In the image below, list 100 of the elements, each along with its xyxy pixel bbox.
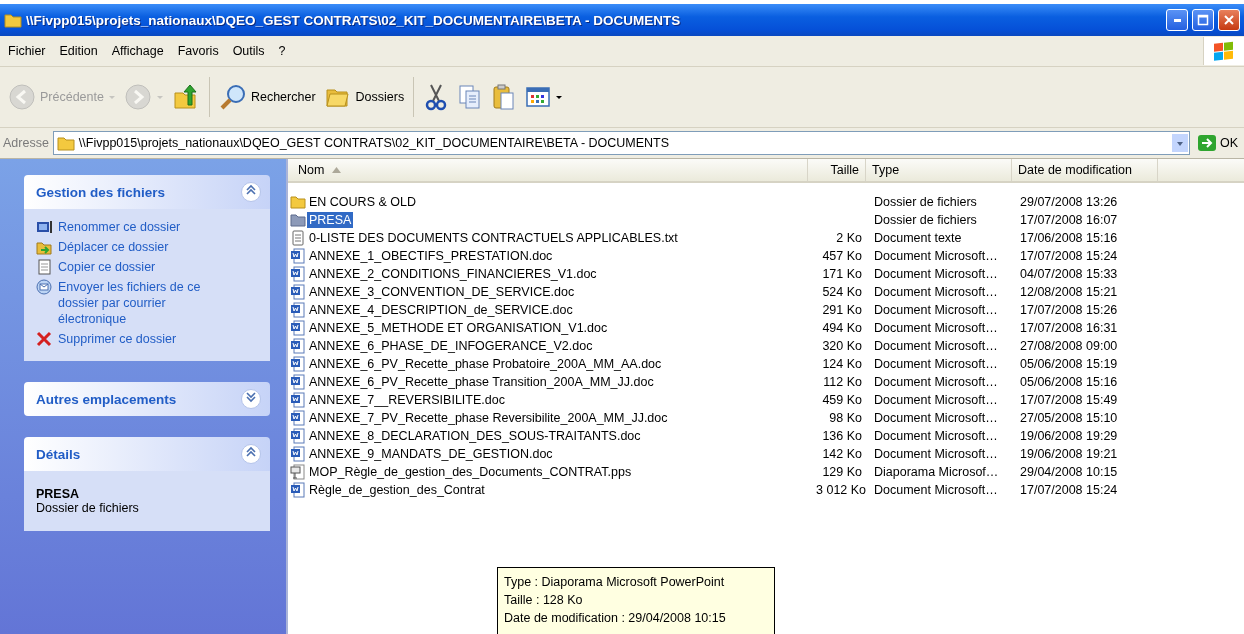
menu-item[interactable]: ? — [272, 44, 292, 58]
file-name[interactable]: PRESA — [307, 212, 354, 228]
file-size: 320 Ko — [822, 339, 862, 353]
menu-item[interactable]: Favoris — [171, 44, 225, 58]
file-type: Document Microsoft… — [874, 249, 998, 263]
file-name[interactable]: ANNEXE_4_DESCRIPTION_de_SERVICE.doc — [307, 302, 575, 318]
dropdown-button[interactable] — [1171, 134, 1188, 152]
word-document-icon — [290, 320, 306, 336]
file-type: Document Microsoft… — [874, 357, 998, 371]
file-name[interactable]: ANNEXE_6_PV_Recette_phase Transition_200A_MM_JJ.doc — [307, 374, 656, 390]
word-document-icon — [290, 356, 306, 372]
file-size: 98 Ko — [829, 411, 862, 425]
file-name[interactable]: ANNEXE_6_PHASE_DE_INFOGERANCE_V2.doc — [307, 338, 595, 354]
file-date: 17/07/2008 15:24 — [1020, 483, 1118, 497]
collapse-icon[interactable] — [240, 443, 262, 465]
file-name[interactable]: ANNEXE_5_METHODE ET ORGANISATION_V1.doc — [307, 320, 610, 336]
word-document-icon — [290, 446, 306, 462]
collapse-icon[interactable] — [240, 181, 262, 203]
file-size: 524 Ko — [822, 285, 862, 299]
folder-icon — [290, 212, 306, 228]
column-header[interactable]: Taille — [808, 159, 866, 181]
file-type: Document Microsoft… — [874, 393, 998, 407]
panel-title: Autres emplacements — [36, 391, 177, 407]
file-name[interactable]: ANNEXE_9_MANDATS_DE_GESTION.doc — [307, 446, 555, 462]
file-type: Document Microsoft… — [874, 375, 998, 389]
file-name[interactable]: ANNEXE_6_PV_Recette_phase Probatoire_200A_MM_AA.doc — [307, 356, 664, 372]
file-name[interactable]: ANNEXE_1_OBECTIFS_PRESTATION.doc — [307, 248, 555, 264]
maximize-button[interactable] — [1192, 9, 1214, 31]
file-size: 3 012 Ko — [816, 483, 867, 497]
file-date: 05/06/2008 15:19 — [1020, 357, 1118, 371]
folder-up-icon — [171, 83, 200, 111]
column-header[interactable]: Type — [866, 159, 1012, 181]
flag-logo-icon — [1212, 40, 1236, 62]
file-size: 459 Ko — [822, 393, 862, 407]
file-name[interactable]: EN COURS & OLD — [307, 194, 418, 210]
menu-item[interactable]: Outils — [226, 44, 271, 58]
task-link[interactable]: Supprimer ce dossier — [58, 331, 218, 347]
file-name[interactable]: MOP_Règle_de_gestion_des_Documents_CONTRAT.pps — [307, 464, 634, 480]
panel-header[interactable]: Détails — [24, 437, 270, 471]
panel-title: Détails — [36, 446, 81, 462]
move-folder-icon — [36, 239, 52, 255]
menu-item[interactable]: Edition — [53, 44, 104, 58]
file-date: 19/06/2008 19:21 — [1020, 447, 1118, 461]
text-file-icon — [290, 230, 306, 246]
file-size: 2 Ko — [836, 231, 862, 245]
file-type: Document Microsoft… — [874, 411, 998, 425]
file-date: 17/07/2008 16:31 — [1020, 321, 1118, 335]
file-date: 29/07/2008 13:26 — [1020, 195, 1118, 209]
address-field[interactable]: \\Fivpp015\projets_nationaux\DQEO_GEST CONTRATS\02_KIT_DOCUMENTAIRE\BETA - DOCUMENTS — [52, 131, 1190, 155]
word-document-icon — [290, 284, 306, 300]
go-button[interactable]: OK — [1193, 134, 1241, 152]
close-icon — [1223, 14, 1235, 26]
folders-button[interactable]: Dossiers — [319, 81, 409, 113]
file-type: Document texte — [874, 231, 962, 245]
file-name[interactable]: ANNEXE_3_CONVENTION_DE_SERVICE.doc — [307, 284, 577, 300]
menu-item[interactable]: Fichier — [2, 44, 52, 58]
file-type: Document Microsoft… — [874, 303, 998, 317]
minimize-button[interactable] — [1166, 9, 1188, 31]
file-date: 17/07/2008 15:49 — [1020, 393, 1118, 407]
slideshow-file-icon — [290, 464, 306, 480]
panel-header[interactable]: Gestion des fichiers — [24, 175, 270, 209]
file-date: 17/07/2008 16:07 — [1020, 213, 1118, 227]
file-name[interactable]: 0-LISTE DES DOCUMENTS CONTRACTUELS APPLICABLES.txt — [307, 230, 680, 246]
detail-name: PRESA — [36, 487, 81, 501]
search-icon — [218, 83, 247, 111]
delete-icon — [36, 331, 52, 347]
search-button[interactable]: Rechercher — [214, 81, 320, 113]
forward-icon — [123, 83, 152, 111]
file-date: 04/07/2008 15:33 — [1020, 267, 1118, 281]
file-type: Dossier de fichiers — [874, 195, 977, 209]
column-label: Taille — [830, 163, 859, 177]
file-size: 129 Ko — [822, 465, 862, 479]
column-label: Date de modification — [1018, 163, 1132, 177]
copy-page-icon — [36, 259, 52, 275]
column-header[interactable]: Date de modification — [1012, 159, 1158, 181]
file-size: 136 Ko — [822, 429, 862, 443]
task-link[interactable]: Copier ce dossier — [58, 259, 218, 275]
file-type: Document Microsoft… — [874, 267, 998, 281]
folder-icon — [56, 135, 75, 151]
column-header[interactable]: Nom — [288, 159, 808, 181]
file-name[interactable]: ANNEXE_7__REVERSIBILITE.doc — [307, 392, 507, 408]
window-title: \\Fivpp015\projets_nationaux\DQEO_GEST CONTRATS\02_KIT_DOCUMENTAIRE\BETA - DOCUMENTS — [26, 12, 682, 28]
file-name[interactable]: ANNEXE_8_DECLARATION_DES_SOUS-TRAITANTS.doc — [307, 428, 643, 444]
file-name[interactable]: ANNEXE_2_CONDITIONS_FINANCIERES_V1.doc — [307, 266, 599, 282]
task-link[interactable]: Envoyer les fichiers de ce dossier par courrier électronique — [58, 279, 218, 327]
minimize-icon — [1173, 18, 1181, 22]
file-name[interactable]: ANNEXE_7_PV_Recette_phase Reversibilite_200A_MM_JJ.doc — [307, 410, 670, 426]
panel-header[interactable]: Autres emplacements — [24, 382, 270, 416]
file-date: 19/06/2008 19:29 — [1020, 429, 1118, 443]
task-link[interactable]: Déplacer ce dossier — [58, 239, 218, 255]
caret-icon — [1175, 139, 1184, 148]
file-date: 17/07/2008 15:24 — [1020, 249, 1118, 263]
file-type: Document Microsoft… — [874, 339, 998, 353]
menu-item[interactable]: Affichage — [105, 44, 170, 58]
maximize-icon — [1197, 14, 1209, 26]
expand-icon[interactable] — [240, 388, 262, 410]
file-date: 17/06/2008 15:16 — [1020, 231, 1118, 245]
close-button[interactable] — [1218, 9, 1240, 31]
file-name[interactable]: Règle_de_gestion_des_Contrat — [307, 482, 487, 498]
task-link[interactable]: Renommer ce dossier — [58, 219, 218, 235]
